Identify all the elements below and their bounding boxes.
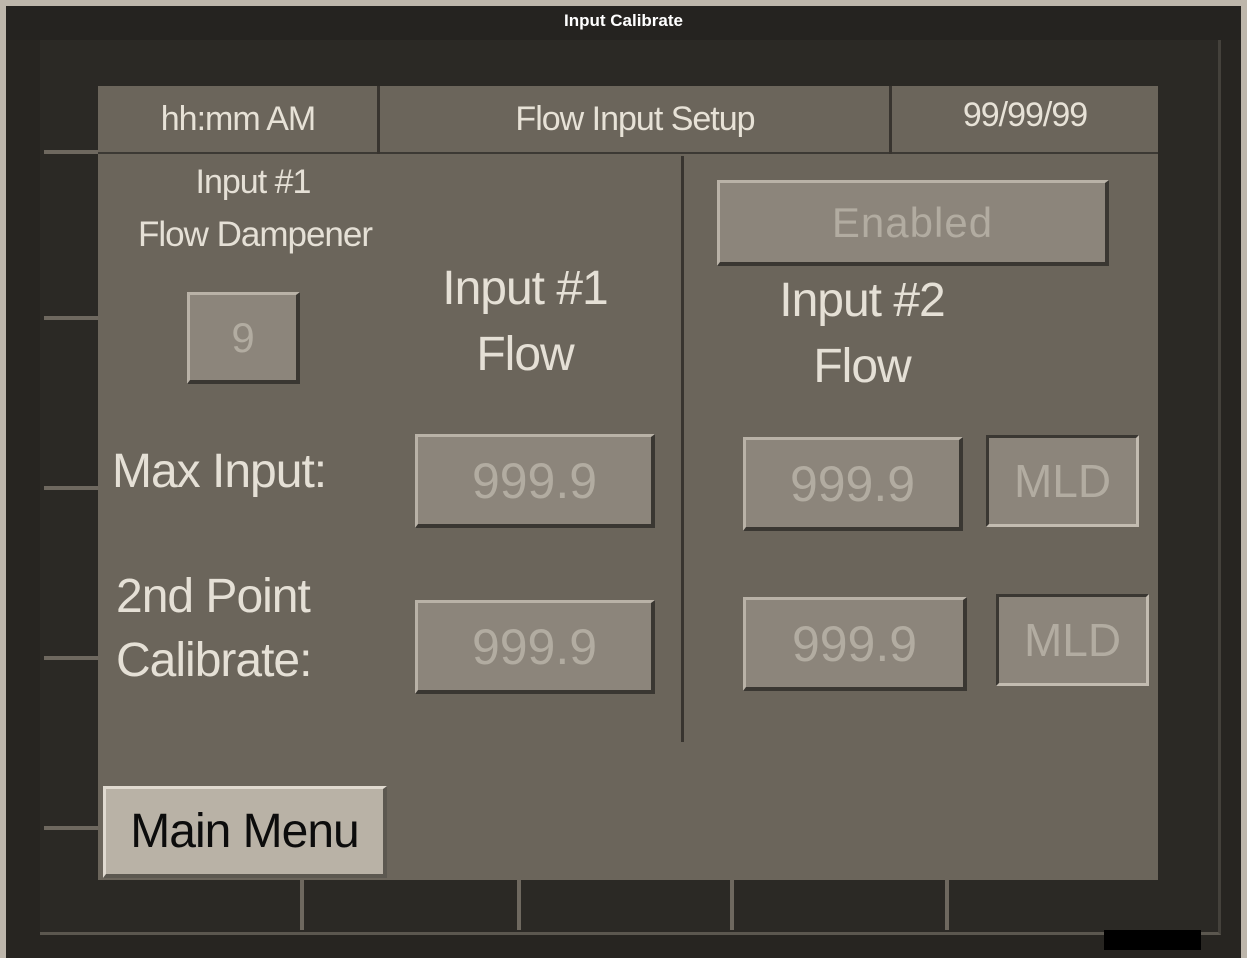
page-title: Flow Input Setup — [380, 86, 890, 154]
column-divider — [681, 156, 684, 742]
bottom-softkey-divider — [517, 880, 521, 930]
left-softkey-divider — [44, 150, 98, 154]
window-title: Input Calibrate — [6, 6, 1241, 40]
input2-flow-heading-line2: Flow — [813, 340, 911, 393]
calibrate-label-line2: Calibrate: — [116, 634, 312, 687]
bottom-softkey-divider — [730, 880, 734, 930]
input1-flow-heading-line1: Input #1 — [442, 262, 608, 315]
dampener-label-line1: Input #1 — [195, 163, 312, 201]
header-divider — [889, 86, 892, 154]
bottom-softkey-divider — [945, 880, 949, 930]
input2-max-input-unit[interactable]: MLD — [986, 435, 1139, 527]
left-softkey-divider — [44, 656, 98, 660]
max-input-label: Max Input: — [112, 445, 327, 498]
main-menu-button[interactable]: Main Menu — [103, 786, 387, 878]
left-softkey-divider — [44, 316, 98, 320]
input1-flow-heading-line2: Flow — [476, 328, 574, 381]
dampener-value-button[interactable]: 9 — [187, 292, 300, 384]
calibrate-label-line1: 2nd Point — [116, 570, 311, 623]
bottom-softkey-divider — [300, 880, 304, 930]
status-indicator — [1104, 930, 1201, 950]
date-display: 99/99/99 — [892, 86, 1158, 154]
input2-calibrate-unit[interactable]: MLD — [996, 594, 1149, 686]
left-softkey-divider — [44, 826, 98, 830]
input1-calibrate-button[interactable]: 999.9 — [415, 600, 655, 694]
time-display: hh:mm AM — [98, 86, 378, 154]
input2-calibrate-button[interactable]: 999.9 — [743, 597, 967, 691]
input2-enabled-toggle[interactable]: Enabled — [717, 180, 1109, 266]
input2-max-input-button[interactable]: 999.9 — [743, 437, 963, 531]
input1-max-input-button[interactable]: 999.9 — [415, 434, 655, 528]
left-softkey-divider — [44, 486, 98, 490]
dampener-label-line2: Flow Dampener — [137, 215, 373, 254]
header-divider — [377, 86, 380, 154]
input2-flow-heading-line1: Input #2 — [779, 274, 945, 327]
